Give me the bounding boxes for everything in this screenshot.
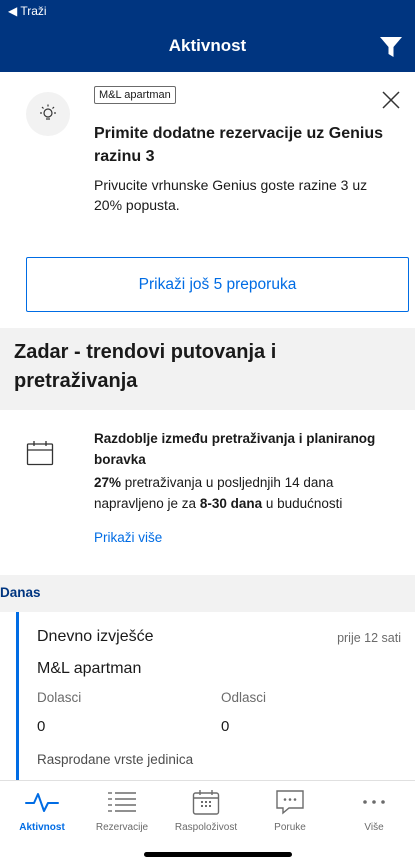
tab-vise[interactable]: Više (334, 789, 414, 833)
more-icon (334, 789, 414, 815)
daily-report-card[interactable]: Dnevno izvješće prije 12 sati M&L apartm… (16, 612, 415, 780)
tab-raspolozivost[interactable]: Raspoloživost (166, 789, 246, 833)
trend-description: 27% pretraživanja u posljednjih 14 dana … (94, 472, 404, 514)
report-title: Dnevno izvješće (37, 628, 154, 645)
calendar-icon (166, 789, 246, 815)
report-property-name: M&L apartman (37, 660, 142, 677)
filter-icon[interactable] (379, 36, 403, 58)
bottom-tab-bar: Aktivnost Rezervacije Raspoloživost Poru… (0, 780, 415, 859)
today-label: Danas (0, 585, 41, 600)
tab-label: Više (364, 822, 384, 833)
tab-aktivnost[interactable]: Aktivnost (2, 789, 82, 833)
trend-title: Razdoblje između pretraživanja i planira… (94, 431, 376, 467)
arrivals-value: 0 (37, 718, 46, 735)
tab-label: Poruke (274, 822, 306, 833)
back-to-search-link[interactable]: ◀ Traži (8, 4, 47, 18)
recommendation-title: Primite dodatne rezervacije uz Genius ra… (94, 125, 383, 165)
tab-label: Aktivnost (19, 822, 65, 833)
arrivals-label: Dolasci (37, 690, 82, 705)
tab-label: Rezervacije (95, 822, 149, 833)
departures-label: Odlasci (221, 690, 267, 705)
tab-rezervacije[interactable]: Rezervacije (82, 789, 162, 833)
activity-icon (2, 789, 82, 815)
trend-days-range: 8-30 dana (199, 496, 263, 511)
page-title: Aktivnost (168, 36, 247, 55)
show-more-link[interactable]: Prikaži više (94, 530, 162, 545)
sold-out-units-label: Rasprodane vrste jedinica (37, 752, 194, 767)
tab-label: Raspoloživost (174, 822, 238, 833)
message-icon (250, 789, 330, 815)
trend-description-end: u budućnosti (262, 496, 343, 511)
departures-value: 0 (221, 718, 230, 735)
today-section-header: Danas (0, 575, 415, 612)
recommendation-card: M&L apartman Primite dodatne rezervacije… (0, 72, 415, 312)
show-more-recommendations-button[interactable]: Prikaži još 5 preporuka (26, 257, 409, 312)
recommendation-description: Privucite vrhunske Genius goste razine 3… (94, 177, 368, 213)
calendar-icon (26, 440, 54, 466)
trend-percentage: 27% (94, 475, 122, 490)
close-icon[interactable] (381, 90, 401, 110)
lightbulb-icon (26, 92, 70, 136)
report-timestamp: prije 12 sati (337, 631, 401, 645)
home-indicator (144, 852, 292, 857)
trends-title: Zadar - trendovi putovanja i pretraživan… (14, 341, 277, 392)
tab-poruke[interactable]: Poruke (250, 789, 330, 833)
list-icon (82, 789, 162, 815)
app-header: ◀ Traži Aktivnost (0, 0, 415, 72)
property-tag: M&L apartman (94, 86, 176, 104)
trends-section-header: Zadar - trendovi putovanja i pretraživan… (0, 328, 415, 410)
trend-card: Razdoblje između pretraživanja i planira… (0, 410, 415, 575)
